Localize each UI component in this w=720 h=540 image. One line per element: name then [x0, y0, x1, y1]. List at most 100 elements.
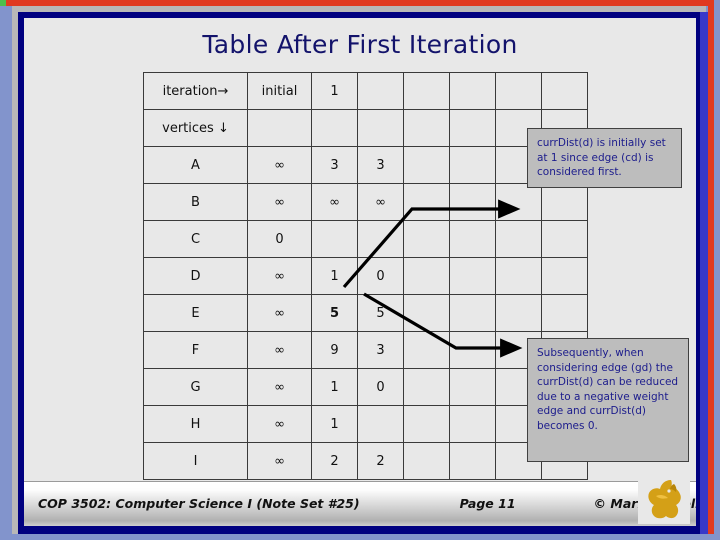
cell-H-3 — [403, 405, 450, 443]
cell-B-3 — [403, 183, 450, 221]
cell-H-4 — [449, 405, 496, 443]
cell-C-4 — [449, 220, 496, 258]
cell-E-1: 5 — [311, 294, 358, 332]
vertices-row-cell-4 — [449, 109, 496, 147]
cell-E-6 — [541, 294, 588, 332]
cell-I-3 — [403, 442, 450, 480]
iteration-table: iteration→ initial 1 vertices ↓ A ∞ 3 3 … — [143, 72, 588, 480]
cell-A-2: 3 — [357, 146, 404, 184]
cell-E-initial: ∞ — [247, 294, 312, 332]
table-header-vertices-row: vertices ↓ — [143, 109, 588, 147]
cell-A-initial: ∞ — [247, 146, 312, 184]
frame-band-violet-right — [714, 0, 720, 540]
table-row: F ∞ 9 3 — [143, 331, 588, 369]
cell-H-1: 1 — [311, 405, 358, 443]
vertex-label-B: B — [143, 183, 248, 221]
table-row: C 0 — [143, 220, 588, 258]
vertex-label-E: E — [143, 294, 248, 332]
table-body: iteration→ initial 1 vertices ↓ A ∞ 3 3 … — [143, 72, 588, 480]
pegasus-logo-icon — [648, 480, 681, 519]
pegasus-logo — [638, 474, 690, 524]
vertices-row-cell-2 — [357, 109, 404, 147]
cell-F-initial: ∞ — [247, 331, 312, 369]
vertices-row-cell-3 — [403, 109, 450, 147]
header-col-6 — [541, 72, 588, 110]
header-col-5 — [495, 72, 542, 110]
cell-I-4 — [449, 442, 496, 480]
cell-D-4 — [449, 257, 496, 295]
table-row: A ∞ 3 3 — [143, 146, 588, 184]
cell-I-initial: ∞ — [247, 442, 312, 480]
cell-H-2 — [357, 405, 404, 443]
cell-C-1 — [311, 220, 358, 258]
cell-G-4 — [449, 368, 496, 406]
table-row: H ∞ 1 — [143, 405, 588, 443]
cell-G-initial: ∞ — [247, 368, 312, 406]
table-header-iteration-row: iteration→ initial 1 — [143, 72, 588, 110]
table-row: D ∞ 1 0 — [143, 257, 588, 295]
cell-E-4 — [449, 294, 496, 332]
table-row: I ∞ 2 2 — [143, 442, 588, 480]
cell-B-initial: ∞ — [247, 183, 312, 221]
cell-H-initial: ∞ — [247, 405, 312, 443]
cell-D-1: 1 — [311, 257, 358, 295]
cell-B-5 — [495, 183, 542, 221]
cell-D-3 — [403, 257, 450, 295]
cell-D-2: 0 — [357, 257, 404, 295]
footer-bar: COP 3502: Computer Science I (Note Set #… — [24, 481, 696, 526]
callout-note-1: currDist(d) is initially set at 1 since … — [527, 128, 682, 188]
cell-E-5 — [495, 294, 542, 332]
cell-F-4 — [449, 331, 496, 369]
cell-A-4 — [449, 146, 496, 184]
cell-B-1: ∞ — [311, 183, 358, 221]
cell-B-6 — [541, 183, 588, 221]
header-col-3 — [403, 72, 450, 110]
cell-F-3 — [403, 331, 450, 369]
header-iteration-label: iteration→ — [143, 72, 248, 110]
header-col-2 — [357, 72, 404, 110]
vertex-label-D: D — [143, 257, 248, 295]
slide-frame: Table After First Iteration iteration→ i… — [0, 0, 720, 540]
cell-C-6 — [541, 220, 588, 258]
cell-D-initial: ∞ — [247, 257, 312, 295]
cell-D-6 — [541, 257, 588, 295]
cell-E-2: 5 — [357, 294, 404, 332]
cell-A-1: 3 — [311, 146, 358, 184]
vertex-label-A: A — [143, 146, 248, 184]
vertex-label-I: I — [143, 442, 248, 480]
iteration-label-text: iteration — [162, 83, 218, 99]
cell-I-2: 2 — [357, 442, 404, 480]
cell-A-3 — [403, 146, 450, 184]
highlight-navy-cell — [247, 109, 312, 147]
footer-course-text: COP 3502: Computer Science I (Note Set #… — [38, 495, 360, 511]
cell-C-initial: 0 — [247, 220, 312, 258]
slide-canvas: Table After First Iteration iteration→ i… — [24, 18, 696, 526]
cell-C-3 — [403, 220, 450, 258]
right-arrow-icon: → — [217, 83, 229, 99]
cell-G-2: 0 — [357, 368, 404, 406]
cell-C-2 — [357, 220, 404, 258]
table-row: B ∞ ∞ ∞ — [143, 183, 588, 221]
vertices-row-cell-1 — [311, 109, 358, 147]
cell-B-2: ∞ — [357, 183, 404, 221]
vertex-label-F: F — [143, 331, 248, 369]
cell-B-4 — [449, 183, 496, 221]
page-title: Table After First Iteration — [202, 30, 518, 59]
header-col-initial: initial — [247, 72, 312, 110]
header-vertices-label: vertices ↓ — [143, 109, 248, 147]
table-row: E ∞ 5 5 — [143, 294, 588, 332]
cell-C-5 — [495, 220, 542, 258]
vertices-label-text: vertices — [162, 120, 214, 136]
vertex-label-C: C — [143, 220, 248, 258]
table-row: G ∞ 1 0 — [143, 368, 588, 406]
vertex-label-H: H — [143, 405, 248, 443]
cell-F-2: 3 — [357, 331, 404, 369]
cell-I-1: 2 — [311, 442, 358, 480]
cell-G-3 — [403, 368, 450, 406]
footer-page-number: Page 11 — [459, 495, 516, 511]
vertex-label-G: G — [143, 368, 248, 406]
footer-row: COP 3502: Computer Science I (Note Set #… — [24, 490, 696, 516]
cell-G-1: 1 — [311, 368, 358, 406]
header-col-1: 1 — [311, 72, 358, 110]
cell-F-1: 9 — [311, 331, 358, 369]
